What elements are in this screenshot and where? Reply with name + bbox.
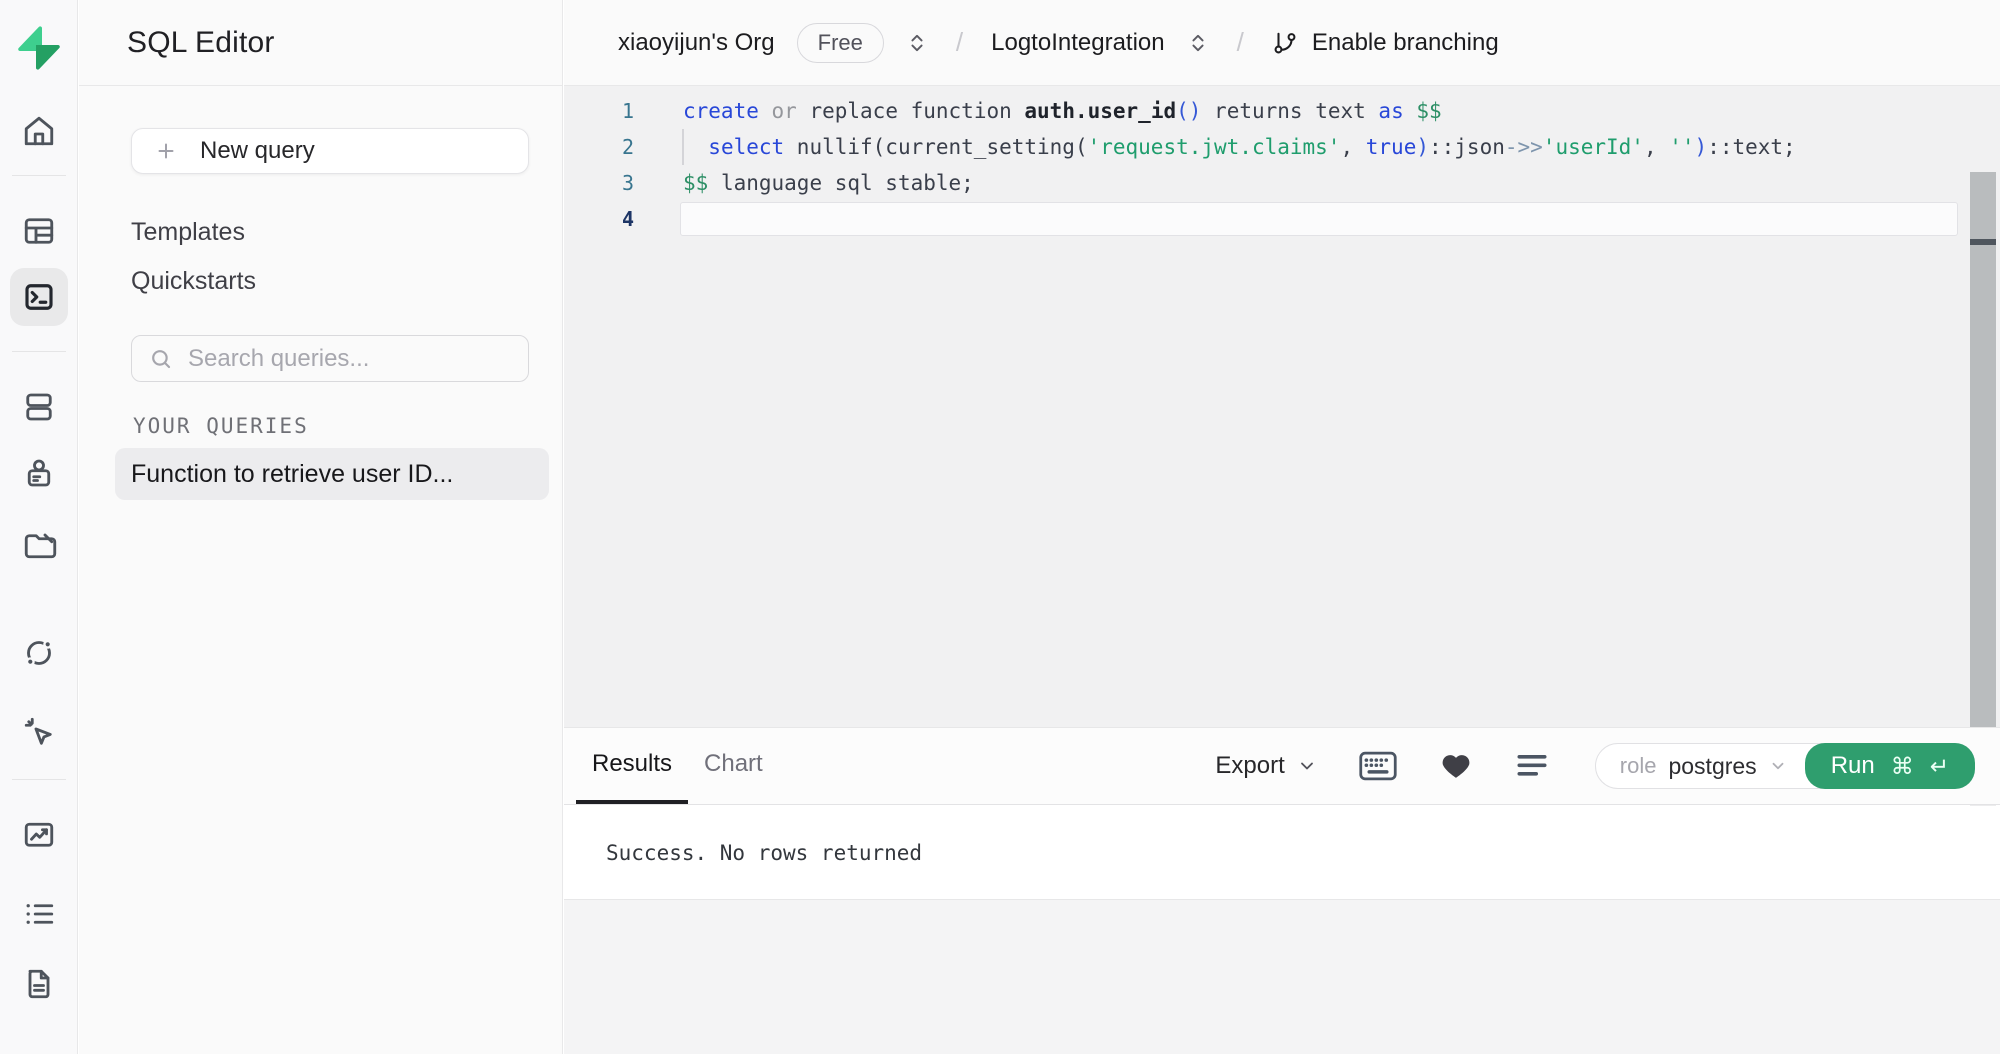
- storage-icon: [21, 526, 57, 562]
- role-run-control: role postgres Run ⌘ ↵: [1595, 743, 1975, 789]
- code-line[interactable]: 3$$ language sql stable;: [564, 165, 2000, 201]
- org-switcher-chevrons-icon[interactable]: [906, 30, 928, 56]
- reports-icon: [21, 816, 57, 852]
- rail-divider: [12, 175, 66, 176]
- search-box: [131, 335, 529, 382]
- sidebar-item-storage[interactable]: [17, 522, 61, 566]
- enter-key-icon: ↵: [1930, 753, 1949, 780]
- project-breadcrumb[interactable]: LogtoIntegration: [991, 29, 1164, 57]
- plus-icon: [154, 139, 178, 163]
- search-icon: [148, 346, 174, 372]
- chevron-down-icon: [1769, 757, 1787, 775]
- rail-divider: [12, 351, 66, 352]
- page-title: SQL Editor: [127, 26, 275, 60]
- breadcrumb: xiaoyijun's Org Free / LogtoIntegration …: [564, 0, 2000, 86]
- line-number: 2: [564, 135, 634, 159]
- tab-results[interactable]: Results: [576, 728, 688, 804]
- sidebar-item-authentication[interactable]: [17, 451, 61, 495]
- breadcrumb-separator: /: [950, 27, 969, 58]
- code-text: select nullif(current_setting('request.j…: [634, 135, 1796, 159]
- sidebar-item-sql-editor[interactable]: [10, 268, 68, 326]
- sidebar-item-realtime[interactable]: [17, 710, 61, 754]
- git-branch-icon: [1272, 30, 1298, 56]
- your-queries-section-label: YOUR QUERIES: [133, 414, 309, 438]
- sidebar-item-table-editor[interactable]: [17, 209, 61, 253]
- database-icon: [21, 389, 57, 425]
- new-query-button[interactable]: New query: [131, 128, 529, 174]
- favorite-heart-icon[interactable]: [1439, 749, 1473, 783]
- results-tabs: Results Chart: [564, 728, 779, 804]
- role-label: role: [1620, 753, 1657, 779]
- code-line[interactable]: 4: [564, 201, 2000, 237]
- sidebar-item-api-docs[interactable]: [17, 962, 61, 1006]
- sidebar-item-logs[interactable]: [17, 892, 61, 936]
- edge-functions-icon: [21, 635, 57, 671]
- plan-badge[interactable]: Free: [797, 23, 884, 63]
- sidebar-item-database[interactable]: [17, 385, 61, 429]
- format-lines-icon[interactable]: [1515, 749, 1549, 783]
- code-text: create or replace function auth.user_id(…: [634, 99, 1442, 123]
- export-label: Export: [1215, 752, 1284, 780]
- main-area: xiaoyijun's Org Free / LogtoIntegration …: [564, 0, 2000, 1054]
- panel-header: SQL Editor: [79, 0, 562, 86]
- keyboard-shortcuts-icon[interactable]: [1359, 751, 1397, 781]
- results-message-area: Success. No rows returned: [564, 806, 2000, 899]
- line-number: 1: [564, 99, 634, 123]
- current-line-highlight: [680, 202, 1958, 236]
- success-message: Success. No rows returned: [606, 841, 922, 865]
- supabase-logo[interactable]: [17, 26, 61, 70]
- sidebar-item-edge-functions[interactable]: [17, 631, 61, 675]
- role-selector[interactable]: role postgres: [1596, 753, 1805, 780]
- line-number: 3: [564, 171, 634, 195]
- enable-branching-button[interactable]: Enable branching: [1272, 29, 1499, 57]
- query-title: Function to retrieve user ID...: [131, 460, 453, 489]
- supabase-bolt-icon: [17, 26, 61, 70]
- toolbar-right-group: Export role postgres: [1215, 743, 2000, 789]
- auth-icon: [21, 455, 57, 491]
- api-docs-icon: [21, 966, 57, 1002]
- sidebar-item-reports[interactable]: [17, 812, 61, 856]
- export-button[interactable]: Export: [1215, 752, 1316, 780]
- nav-rail: [0, 0, 78, 1054]
- table-editor-icon: [21, 213, 57, 249]
- sql-code-editor[interactable]: 1create or replace function auth.user_id…: [564, 86, 2000, 727]
- quickstarts-link[interactable]: Quickstarts: [131, 263, 256, 299]
- code-text: $$ language sql stable;: [634, 171, 974, 195]
- scrollbar-thumb[interactable]: [1970, 172, 1996, 736]
- enable-branching-label: Enable branching: [1312, 29, 1499, 57]
- sql-editor-icon: [21, 279, 57, 315]
- role-value: postgres: [1668, 753, 1756, 780]
- code-lines: 1create or replace function auth.user_id…: [564, 86, 2000, 237]
- project-switcher-chevrons-icon[interactable]: [1187, 30, 1209, 56]
- query-list-item[interactable]: Function to retrieve user ID...: [115, 448, 549, 500]
- chevron-down-icon: [1297, 756, 1317, 776]
- new-query-label: New query: [200, 137, 315, 165]
- org-breadcrumb[interactable]: xiaoyijun's Org: [618, 29, 775, 57]
- code-line[interactable]: 2 select nullif(current_setting('request…: [564, 129, 2000, 165]
- code-line[interactable]: 1create or replace function auth.user_id…: [564, 93, 2000, 129]
- home-icon: [21, 113, 57, 149]
- logs-icon: [21, 896, 57, 932]
- breadcrumb-separator: /: [1231, 27, 1250, 58]
- cursor-position-marker: [1970, 239, 1996, 245]
- tab-chart[interactable]: Chart: [688, 728, 779, 804]
- rail-divider: [12, 779, 66, 780]
- realtime-cursor-icon: [21, 714, 57, 750]
- cmd-key-icon: ⌘: [1891, 753, 1914, 780]
- templates-link[interactable]: Templates: [131, 214, 245, 250]
- editor-scrollbar[interactable]: [1970, 172, 1996, 813]
- query-panel: SQL Editor New query Templates Quickstar…: [79, 0, 563, 1054]
- line-number: 4: [564, 207, 634, 231]
- sidebar-item-home[interactable]: [17, 109, 61, 153]
- run-button[interactable]: Run ⌘ ↵: [1805, 743, 1975, 789]
- results-toolbar: Results Chart Export: [564, 727, 2000, 805]
- search-queries-input[interactable]: [188, 345, 512, 373]
- results-footer-strip: [564, 899, 2000, 1054]
- run-label: Run: [1831, 752, 1875, 780]
